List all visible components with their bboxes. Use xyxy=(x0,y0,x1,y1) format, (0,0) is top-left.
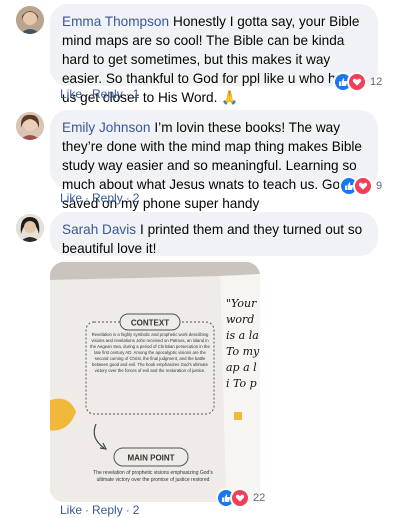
like-link[interactable]: Like xyxy=(60,87,82,101)
comment-actions: Like · Reply · 1 xyxy=(60,87,140,101)
reply-count[interactable]: 2 xyxy=(133,503,140,517)
reaction-summary[interactable]: 22 xyxy=(216,488,265,508)
reply-link[interactable]: Reply xyxy=(92,191,123,205)
avatar-emily[interactable] xyxy=(16,112,44,140)
love-reaction-icon xyxy=(353,176,373,196)
comment-actions: Like · Reply · 2 xyxy=(60,503,140,517)
reply-count[interactable]: 1 xyxy=(133,87,140,101)
comment-author[interactable]: Sarah Davis xyxy=(62,222,136,237)
comment-actions: Like · Reply · 2 xyxy=(60,191,140,205)
comment-author[interactable]: Emma Thompson xyxy=(62,14,169,29)
reply-link[interactable]: Reply xyxy=(92,87,123,101)
avatar-sarah[interactable] xyxy=(16,214,44,242)
reply-link[interactable]: Reply xyxy=(92,503,123,517)
right-page-text: "Your word is a la To my ap a li To p xyxy=(226,297,260,390)
reaction-summary[interactable]: 12 xyxy=(333,72,382,92)
reaction-summary[interactable]: 9 xyxy=(339,176,382,196)
comment-bubble-emma: Emma Thompson Honestly I gotta say, your … xyxy=(50,4,378,105)
like-link[interactable]: Like xyxy=(60,503,82,517)
love-reaction-icon xyxy=(230,488,250,508)
mainpoint-text: The revelation of prophetic visions emph… xyxy=(93,470,213,483)
context-heading: CONTEXT xyxy=(131,319,169,328)
comment-photo[interactable]: CONTEXT Revelation is a highly symbolic … xyxy=(50,262,260,502)
love-reaction-icon xyxy=(347,72,367,92)
mainpoint-heading: MAIN POINT xyxy=(127,454,174,463)
reaction-count: 9 xyxy=(376,180,383,192)
comment-author[interactable]: Emily Johnson xyxy=(62,120,150,135)
like-link[interactable]: Like xyxy=(60,191,82,205)
comment-bubble-sarah: Sarah Davis I printed them and they turne… xyxy=(50,212,378,256)
reaction-count: 22 xyxy=(253,492,266,504)
context-text: Revelation is a highly symbolic and prop… xyxy=(90,332,210,373)
reaction-count: 12 xyxy=(370,76,383,88)
avatar-emma[interactable] xyxy=(16,6,44,34)
reply-count[interactable]: 2 xyxy=(133,191,140,205)
comment-bubble-emily: Emily Johnson I’m lovin these books! The … xyxy=(50,110,378,211)
